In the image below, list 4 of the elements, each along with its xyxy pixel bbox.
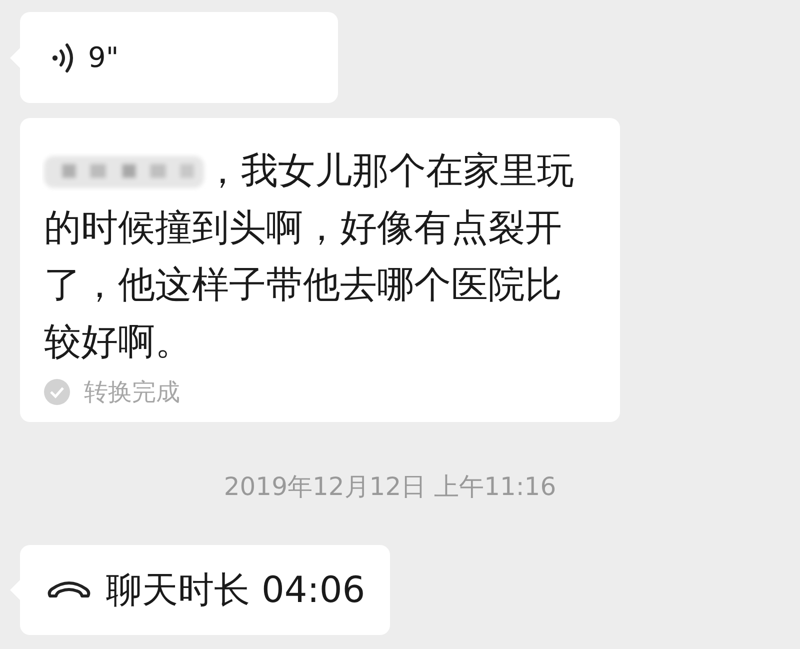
timestamp: 2019年12月12日 上午11:16 <box>222 471 558 503</box>
transcript-text: ，我女儿那个在家里玩的时候撞到头啊，好像有点裂开了，他这样子带他去哪个医院比较好啊。 <box>44 148 575 365</box>
conversion-status: 转换完成 <box>84 377 180 408</box>
check-icon <box>44 379 70 405</box>
